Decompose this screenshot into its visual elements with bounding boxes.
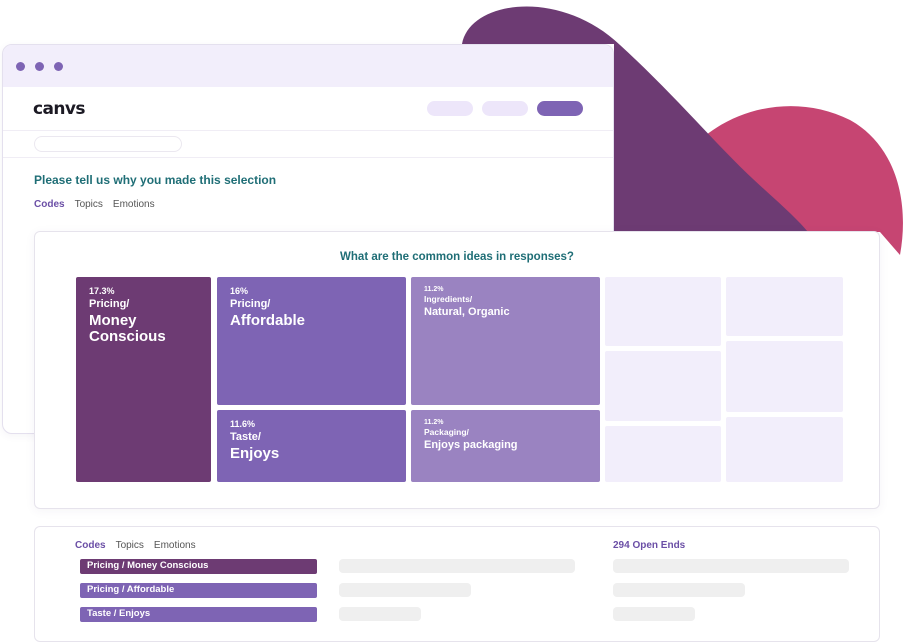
window-tabs: Codes Topics Emotions [34, 199, 613, 210]
question-title: Please tell us why you made this selecti… [34, 173, 277, 187]
treemap-tile[interactable]: 11.2% Ingredients/ Natural, Organic [411, 277, 600, 405]
window-dot-icon[interactable] [16, 61, 25, 71]
tile-name: Natural, Organic [424, 306, 510, 318]
tab-codes[interactable]: Codes [34, 199, 65, 210]
tile-percent: 11.6% [230, 419, 256, 429]
treemap-tile-empty[interactable] [605, 277, 721, 346]
treemap-card: What are the common ideas in responses? … [34, 231, 880, 509]
tile-category: Packaging/ [424, 427, 469, 437]
search-input[interactable] [34, 136, 182, 152]
tab-codes[interactable]: Codes [75, 540, 106, 551]
tile-name: Enjoys [230, 445, 280, 462]
tab-topics[interactable]: Topics [116, 540, 144, 551]
window-dot-icon[interactable] [54, 61, 63, 71]
treemap-tile-empty[interactable] [605, 426, 721, 482]
nav-pill[interactable] [482, 101, 528, 116]
window-titlebar [3, 45, 613, 87]
tile-name: Money Conscious [89, 312, 166, 345]
tile-category: Pricing/ [230, 298, 271, 310]
codes-card: Codes Topics Emotions 294 Open Ends Pric… [34, 526, 880, 642]
nav-pill[interactable] [427, 101, 473, 116]
skeleton-bar [613, 583, 745, 597]
treemap-tile[interactable]: 11.2% Packaging/ Enjoys packaging [411, 410, 600, 482]
skeleton-bar [339, 583, 471, 597]
tile-category: Pricing/ [89, 298, 130, 310]
treemap-tile-empty[interactable] [726, 277, 843, 336]
window-dot-icon[interactable] [35, 61, 44, 71]
tab-emotions[interactable]: Emotions [113, 199, 155, 210]
tile-category: Ingredients/ [424, 294, 473, 304]
tile-percent: 11.2% [424, 419, 444, 426]
tile-percent: 16% [230, 286, 249, 296]
tab-emotions[interactable]: Emotions [154, 540, 196, 551]
nav-pills [427, 101, 583, 116]
treemap-tile-empty[interactable] [605, 351, 721, 421]
nav-pill-active[interactable] [537, 101, 583, 116]
tab-topics[interactable]: Topics [75, 199, 103, 210]
tile-percent: 11.2% [424, 286, 444, 293]
treemap-tile[interactable]: 17.3% Pricing/ Money Conscious [76, 277, 211, 482]
tile-percent: 17.3% [89, 286, 115, 296]
codes-tabs: Codes Topics Emotions [75, 540, 196, 551]
treemap-tile-empty[interactable] [726, 417, 843, 482]
code-row[interactable]: Pricing / Affordable [80, 583, 317, 598]
skeleton-bar [613, 607, 695, 621]
skeleton-bar [613, 559, 849, 573]
divider [3, 157, 613, 158]
treemap-tile[interactable]: 16% Pricing/ Affordable [217, 277, 406, 405]
open-ends-count: 294 Open Ends [613, 540, 686, 551]
skeleton-bar [339, 607, 421, 621]
code-row[interactable]: Taste / Enjoys [80, 607, 317, 622]
skeleton-bar [339, 559, 575, 573]
treemap-tile-empty[interactable] [726, 341, 843, 412]
code-row[interactable]: Pricing / Money Conscious [80, 559, 317, 574]
tile-name: Affordable [230, 312, 305, 329]
tile-name: Enjoys packaging [424, 439, 518, 451]
app-header: canvs [3, 87, 613, 131]
tile-category: Taste/ [230, 431, 261, 443]
treemap-tile[interactable]: 11.6% Taste/ Enjoys [217, 410, 406, 482]
canvs-logo: canvs [33, 98, 85, 119]
treemap-title: What are the common ideas in responses? [340, 251, 574, 263]
